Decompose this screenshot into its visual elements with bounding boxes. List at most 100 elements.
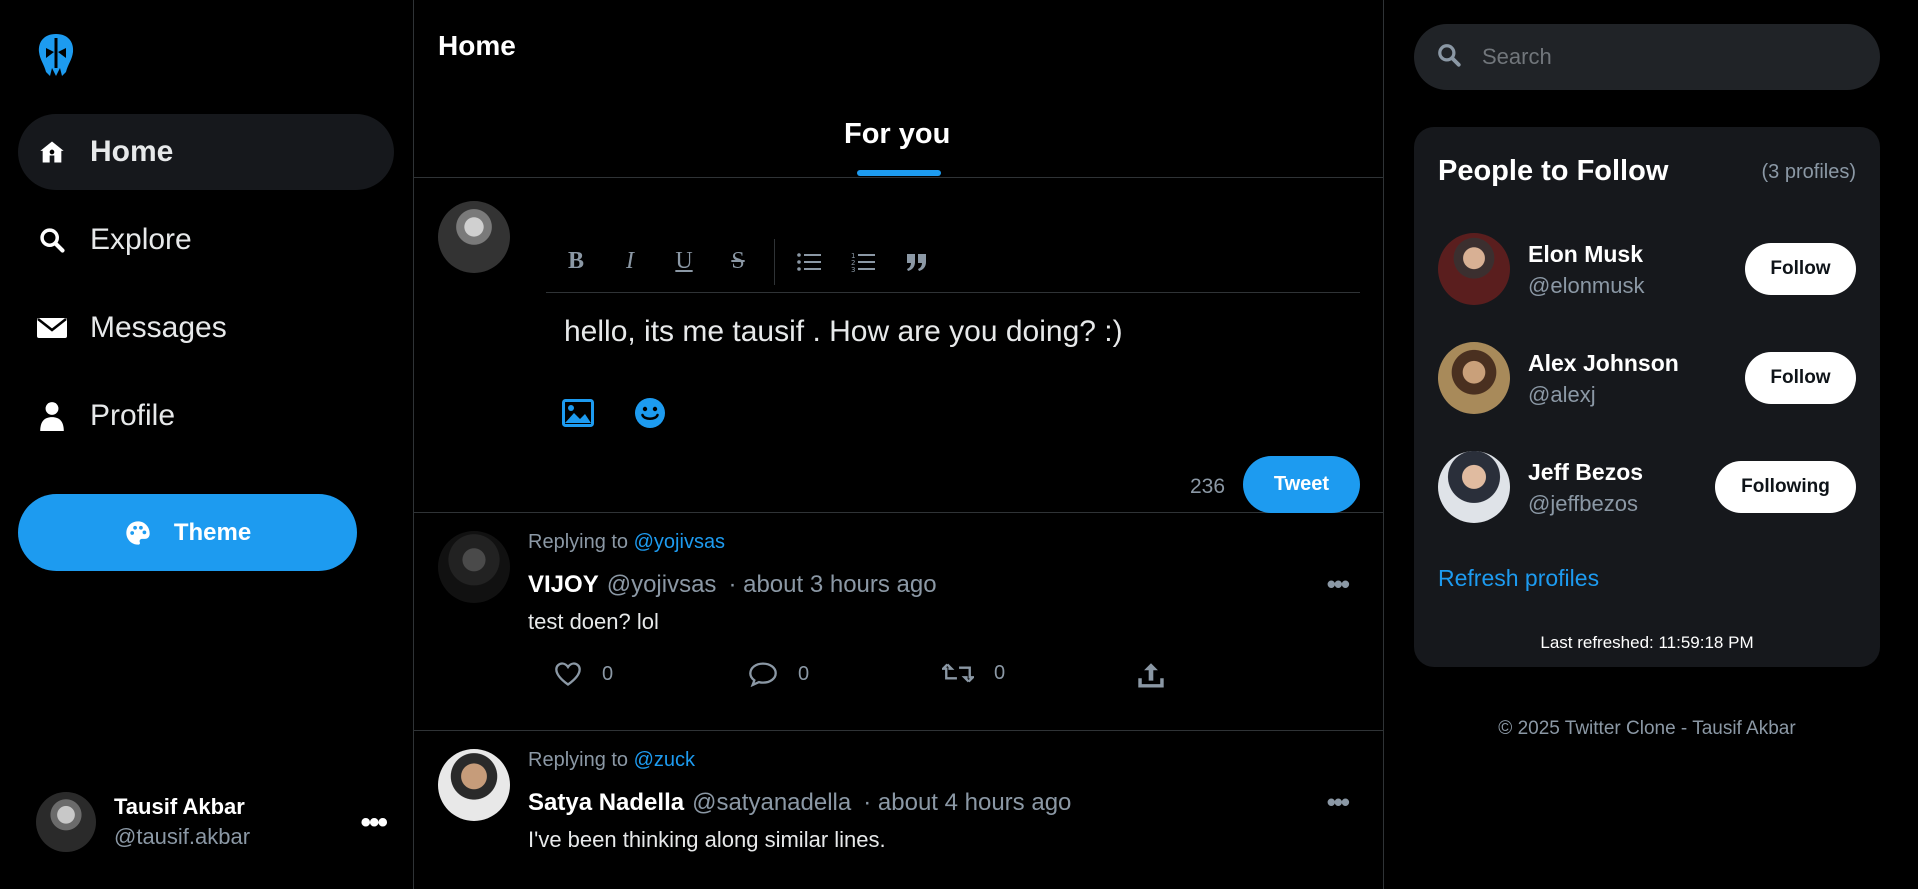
feed-tabs: For you (414, 100, 1384, 178)
suggested-user[interactable]: Jeff Bezos @jeffbezos Following (1438, 451, 1856, 527)
suggested-user-handle: @alexj (1528, 382, 1596, 407)
follow-button[interactable]: Follow (1745, 243, 1856, 295)
more-options-icon[interactable]: ••• (1327, 569, 1350, 600)
more-options-icon[interactable]: ••• (1327, 787, 1350, 818)
italic-icon[interactable]: I (612, 244, 648, 280)
share-button[interactable] (1136, 661, 1186, 691)
suggested-user-handle: @elonmusk (1528, 273, 1645, 298)
left-sidebar: Home Explore Messages Profile Theme Taus… (0, 0, 414, 889)
account-name: Tausif Akbar (114, 794, 245, 819)
nav-home[interactable]: Home (18, 114, 394, 190)
like-count: 0 (602, 662, 614, 685)
follow-button[interactable]: Follow (1745, 352, 1856, 404)
search-box[interactable] (1414, 24, 1880, 90)
nav-explore[interactable]: Explore (18, 202, 394, 278)
tweet-item[interactable]: Replying to @yojivsas VIJOY @yojivsas · … (414, 513, 1384, 731)
replying-to-link[interactable]: @yojivsas (634, 531, 725, 553)
replying-to-label: Replying to (528, 749, 629, 771)
home-icon (36, 136, 68, 168)
comment-icon (749, 662, 777, 687)
tweet-actions: 0 0 0 (528, 661, 1328, 701)
nav-explore-label: Explore (90, 223, 192, 256)
avatar (1438, 342, 1510, 414)
heart-icon (555, 662, 581, 686)
theme-button[interactable]: Theme (18, 494, 357, 571)
user-icon (36, 400, 68, 432)
suggested-user-handle: @jeffbezos (1528, 491, 1638, 516)
panel-title: People to Follow (1438, 155, 1669, 187)
comment-button[interactable]: 0 (748, 661, 809, 687)
strikethrough-icon[interactable]: S (720, 244, 756, 280)
more-icon[interactable]: ••• (360, 806, 387, 840)
author-handle[interactable]: @satyanadella (692, 789, 851, 817)
right-sidebar: People to Follow (3 profiles) Elon Musk … (1384, 0, 1918, 889)
tab-active-indicator (857, 170, 941, 176)
avatar (1438, 451, 1510, 523)
replying-to-label: Replying to (528, 531, 629, 553)
suggested-user[interactable]: Elon Musk @elonmusk Follow (1438, 233, 1856, 309)
bird-logo-icon[interactable] (36, 32, 76, 78)
author-name[interactable]: Satya Nadella (528, 789, 684, 817)
tweet-text: I've been thinking along similar lines. (528, 827, 886, 852)
nav-messages-label: Messages (90, 311, 227, 344)
tweet-text: test doen? lol (528, 609, 659, 634)
tab-for-you[interactable]: For you (844, 118, 950, 151)
suggested-user-name: Jeff Bezos (1528, 459, 1644, 485)
avatar (438, 749, 510, 821)
avatar (438, 531, 510, 603)
suggested-user-name: Elon Musk (1528, 241, 1644, 267)
compose-textarea[interactable]: hello, its me tausif . How are you doing… (564, 315, 1123, 349)
character-counter: 236 (1190, 475, 1226, 498)
tweet-header: Satya Nadella @satyanadella · about 4 ho… (528, 789, 1071, 817)
suggested-user-name: Alex Johnson (1528, 350, 1679, 376)
refresh-profiles-link[interactable]: Refresh profiles (1438, 565, 1599, 592)
avatar (36, 792, 96, 852)
numbered-list-icon[interactable]: 123 (845, 244, 881, 280)
quote-icon[interactable] (899, 244, 935, 280)
page-title: Home (438, 30, 516, 61)
last-refreshed: Last refreshed: 11:59:18 PM (1540, 633, 1754, 652)
replying-to: Replying to @zuck (528, 749, 695, 772)
avatar (1438, 233, 1510, 305)
bold-icon[interactable]: B (558, 244, 594, 280)
media-toolbar (558, 393, 702, 433)
retweet-icon (942, 663, 974, 683)
suggested-user[interactable]: Alex Johnson @alexj Follow (1438, 342, 1856, 418)
people-to-follow-panel: People to Follow (3 profiles) Elon Musk … (1414, 127, 1880, 667)
footer-copyright: © 2025 Twitter Clone - Tausif Akbar (1498, 718, 1796, 739)
account-handle: @tausif.akbar (114, 824, 251, 849)
retweet-button[interactable]: 0 (942, 661, 1005, 685)
tweet-button[interactable]: Tweet (1243, 456, 1360, 513)
main-feed: Home For you B I U S 123 hello, its me t… (414, 0, 1384, 889)
avatar (438, 201, 510, 273)
underline-icon[interactable]: U (666, 244, 702, 280)
theme-button-label: Theme (173, 518, 252, 546)
tweet-timestamp: · about 3 hours ago (728, 571, 937, 598)
retweet-count: 0 (994, 661, 1006, 684)
palette-icon (124, 519, 152, 547)
following-button[interactable]: Following (1715, 461, 1856, 513)
nav-messages[interactable]: Messages (18, 290, 394, 366)
replying-to: Replying to @yojivsas (528, 531, 725, 554)
toolbar-divider (774, 238, 775, 285)
search-input[interactable] (1482, 44, 1862, 70)
bullet-list-icon[interactable] (791, 244, 827, 280)
emoji-icon[interactable] (630, 393, 670, 433)
nav-home-label: Home (90, 135, 174, 168)
profile-count: (3 profiles) (1761, 161, 1856, 183)
author-name[interactable]: VIJOY (528, 571, 599, 599)
like-button[interactable]: 0 (554, 661, 613, 687)
account-switcher[interactable]: Tausif Akbar @tausif.akbar ••• (36, 790, 388, 854)
author-handle[interactable]: @yojivsas (607, 571, 717, 599)
svg-text:3: 3 (851, 266, 855, 273)
search-icon (36, 224, 68, 256)
tweet-composer: B I U S 123 hello, its me tausif . How a… (414, 179, 1384, 513)
nav-profile-label: Profile (90, 399, 176, 432)
image-icon[interactable] (558, 393, 598, 433)
tweet-timestamp: · about 4 hours ago (863, 789, 1072, 816)
search-icon (1436, 42, 1462, 73)
envelope-icon (36, 312, 68, 344)
nav-profile[interactable]: Profile (18, 378, 394, 454)
tweet-item[interactable]: Replying to @zuck Satya Nadella @satyana… (414, 731, 1384, 889)
replying-to-link[interactable]: @zuck (634, 749, 695, 771)
